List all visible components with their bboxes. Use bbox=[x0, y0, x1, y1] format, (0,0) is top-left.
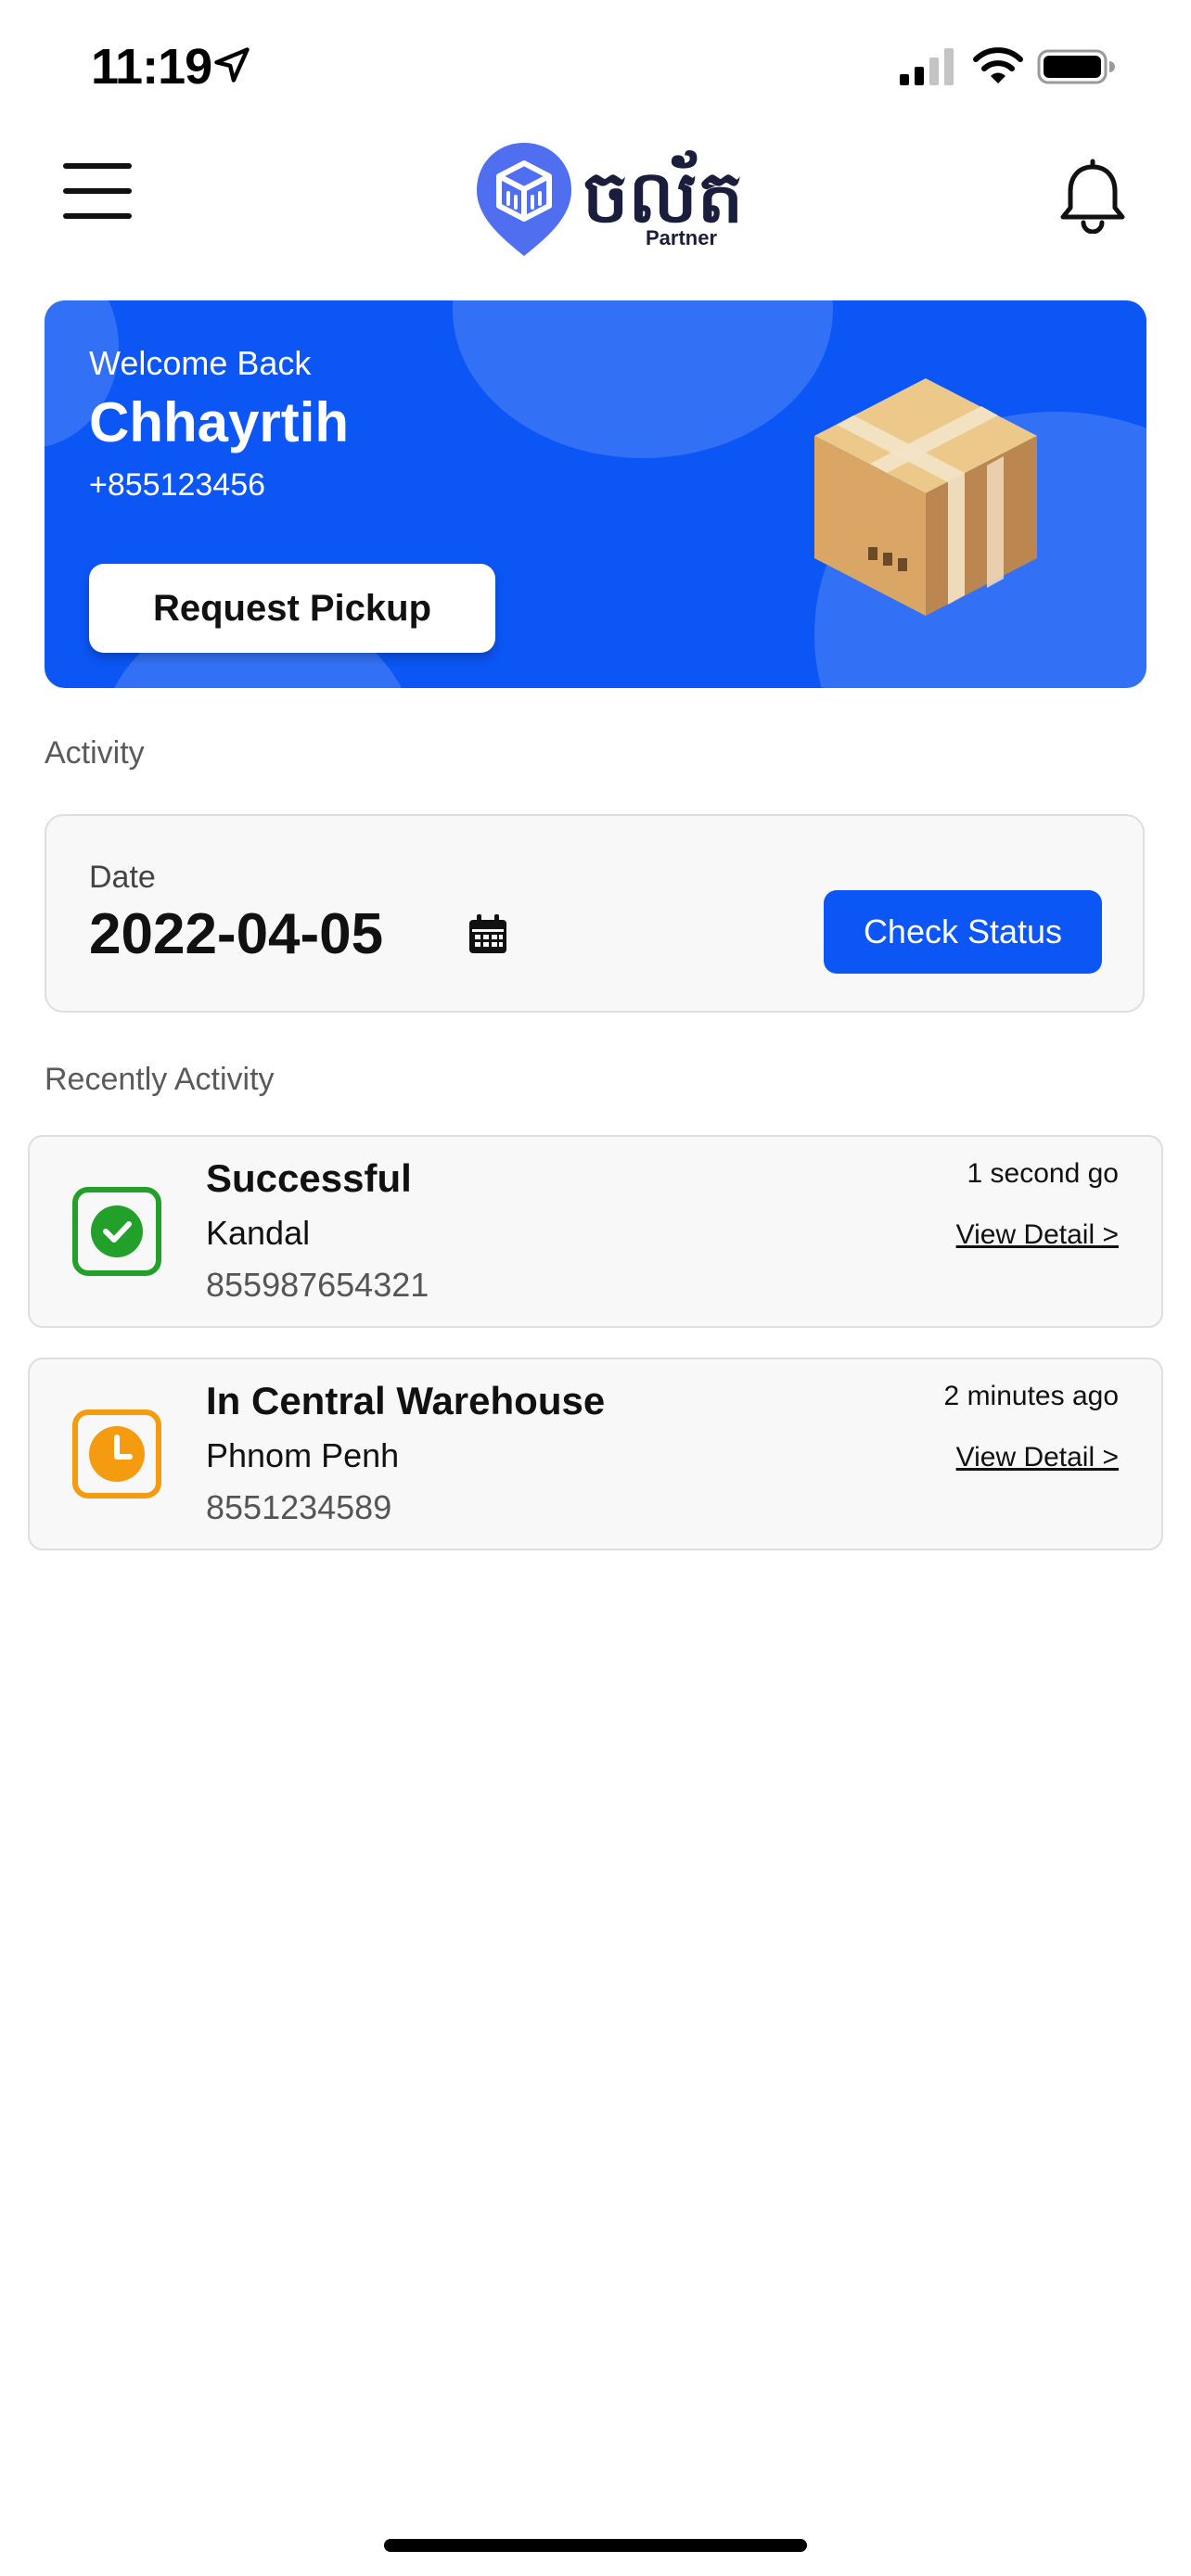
logo-subtext: Partner bbox=[646, 226, 718, 249]
activity-item-successful[interactable]: Successful Kandal 855987654321 1 second … bbox=[28, 1135, 1163, 1328]
recent-section-label: Recently Activity bbox=[45, 1062, 275, 1097]
welcome-card: Welcome Back Chhayrtih +855123456 Reques… bbox=[45, 300, 1146, 688]
welcome-label: Welcome Back bbox=[89, 344, 312, 382]
activity-tracking-number: 855987654321 bbox=[206, 1266, 429, 1304]
request-pickup-button[interactable]: Request Pickup bbox=[89, 564, 495, 653]
battery-icon bbox=[1037, 49, 1115, 84]
user-phone: +855123456 bbox=[89, 467, 266, 503]
activity-status: Successful bbox=[206, 1156, 412, 1200]
view-detail-link[interactable]: View Detail > bbox=[956, 1441, 1119, 1474]
activity-location: Kandal bbox=[206, 1214, 311, 1252]
user-name: Chhayrtih bbox=[89, 391, 350, 453]
activity-item-warehouse[interactable]: In Central Warehouse Phnom Penh 85512345… bbox=[28, 1358, 1163, 1550]
wifi-icon bbox=[973, 47, 1023, 83]
view-detail-link[interactable]: View Detail > bbox=[956, 1218, 1119, 1252]
status-bar: 11:19 bbox=[0, 0, 1191, 130]
activity-time: 2 minutes ago bbox=[943, 1381, 1119, 1411]
activity-status: In Central Warehouse bbox=[206, 1379, 606, 1422]
box-illustration bbox=[814, 378, 1037, 616]
date-label: Date bbox=[89, 860, 156, 895]
status-time: 11:19 bbox=[91, 39, 212, 95]
calendar-icon[interactable] bbox=[467, 914, 508, 955]
app-header: ចល័ត Partner bbox=[0, 130, 1191, 269]
check-status-button[interactable]: Check Status bbox=[824, 890, 1102, 974]
cellular-signal-icon bbox=[900, 48, 954, 85]
activity-section-label: Activity bbox=[45, 735, 145, 771]
activity-time: 1 second go bbox=[967, 1158, 1119, 1189]
logo-wordmark: ចល័ត bbox=[583, 156, 744, 237]
logo-pin-icon bbox=[477, 143, 571, 256]
bell-icon[interactable] bbox=[1057, 156, 1128, 234]
hamburger-menu-icon[interactable] bbox=[63, 163, 132, 219]
decorative-bubble bbox=[453, 300, 833, 458]
home-indicator[interactable] bbox=[384, 2539, 807, 2552]
activity-tracking-number: 8551234589 bbox=[206, 1488, 392, 1526]
check-circle-icon bbox=[72, 1187, 161, 1276]
activity-location: Phnom Penh bbox=[206, 1436, 400, 1474]
location-arrow-icon bbox=[214, 47, 250, 83]
date-card: Date 2022-04-05 Check Status bbox=[45, 814, 1145, 1013]
date-value[interactable]: 2022-04-05 bbox=[89, 901, 383, 968]
clock-icon bbox=[72, 1409, 161, 1498]
app-logo: ចល័ត Partner bbox=[473, 139, 743, 260]
